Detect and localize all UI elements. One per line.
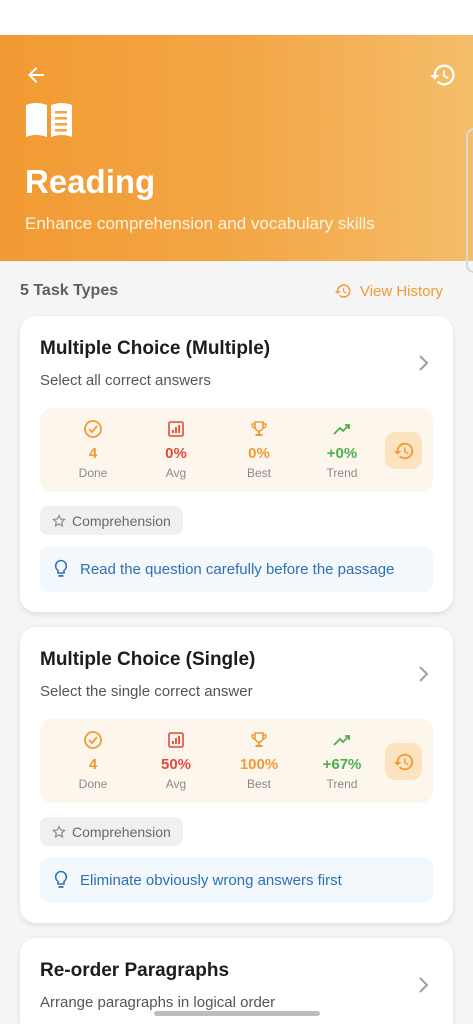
- task-description: Select all correct answers: [40, 372, 211, 389]
- task-card[interactable]: Multiple Choice (Single) Select the sing…: [20, 627, 453, 923]
- summary-row: 5 Task Types View History: [20, 282, 443, 304]
- header: Reading Enhance comprehension and vocabu…: [0, 35, 473, 261]
- skill-tag: Comprehension: [40, 506, 183, 535]
- tip-text: Read the question carefully before the p…: [80, 560, 395, 578]
- task-title: Multiple Choice (Multiple): [40, 338, 271, 359]
- task-description: Select the single correct answer: [40, 683, 253, 700]
- bar-chart-icon: [168, 421, 184, 437]
- stat-done: 4 Done: [63, 729, 123, 791]
- bar-chart-icon: [168, 732, 184, 748]
- stat-avg: 50% Avg: [146, 729, 206, 791]
- trophy-icon: [251, 421, 267, 436]
- back-button[interactable]: [22, 61, 50, 89]
- stat-trend: +0% Trend: [312, 418, 372, 480]
- open-task-button[interactable]: [415, 663, 431, 685]
- star-icon: [52, 513, 66, 527]
- header-history-button[interactable]: [428, 60, 458, 90]
- trend-value: +0%: [326, 445, 358, 462]
- chevron-right-icon: [419, 355, 429, 371]
- done-label: Done: [78, 466, 108, 480]
- task-description: Arrange paragraphs in logical order: [40, 994, 276, 1011]
- star-icon: [52, 824, 66, 838]
- trend-value: +67%: [322, 756, 362, 773]
- view-history-label: View History: [359, 282, 443, 300]
- tip-box: Read the question carefully before the p…: [40, 546, 433, 592]
- chevron-right-icon: [419, 977, 429, 993]
- skill-tag-label: Comprehension: [72, 512, 171, 529]
- stat-best: 0% Best: [229, 418, 289, 480]
- view-history-link[interactable]: View History: [334, 282, 443, 300]
- history-icon: [334, 284, 351, 298]
- done-value: 4: [88, 756, 98, 773]
- stats-panel: 4 Done 0% Avg 0% Best +0% Trend: [40, 408, 433, 492]
- chevron-right-icon: [419, 666, 429, 682]
- history-icon: [393, 753, 413, 770]
- done-label: Done: [78, 777, 108, 791]
- history-icon: [430, 64, 455, 86]
- lightbulb-icon: [54, 559, 68, 577]
- check-circle-icon: [84, 420, 102, 438]
- avg-label: Avg: [165, 777, 187, 791]
- page-subtitle: Enhance comprehension and vocabulary ski…: [25, 214, 375, 233]
- skill-tag: Comprehension: [40, 817, 183, 846]
- check-circle-icon: [84, 731, 102, 749]
- page-title: Reading: [25, 163, 156, 200]
- task-history-button[interactable]: [385, 743, 422, 780]
- task-title: Multiple Choice (Single): [40, 649, 256, 670]
- trophy-icon: [251, 732, 267, 747]
- avg-value: 0%: [165, 445, 187, 462]
- edge-drag-handle[interactable]: [466, 128, 473, 273]
- stat-avg: 0% Avg: [146, 418, 206, 480]
- tip-box: Eliminate obviously wrong answers first: [40, 857, 433, 903]
- home-indicator[interactable]: [154, 1011, 320, 1016]
- trend-label: Trend: [326, 777, 358, 791]
- avg-value: 50%: [160, 756, 192, 773]
- best-label: Best: [246, 777, 271, 791]
- task-count-label: 5 Task Types: [20, 282, 119, 299]
- done-value: 4: [88, 445, 98, 462]
- arrow-left-icon: [28, 67, 44, 83]
- trend-label: Trend: [326, 466, 358, 480]
- history-icon: [393, 442, 413, 459]
- stats-panel: 4 Done 50% Avg 100% Best +67% Trend: [40, 719, 433, 803]
- stat-done: 4 Done: [63, 418, 123, 480]
- trending-up-icon: [333, 424, 350, 435]
- tip-text: Eliminate obviously wrong answers first: [80, 871, 342, 889]
- best-value: 100%: [239, 756, 279, 773]
- trending-up-icon: [333, 735, 350, 746]
- task-history-button[interactable]: [385, 432, 422, 469]
- open-task-button[interactable]: [415, 974, 431, 996]
- task-title: Re-order Paragraphs: [40, 960, 230, 981]
- skill-tag-label: Comprehension: [72, 823, 171, 840]
- status-bar: [0, 0, 473, 35]
- stat-best: 100% Best: [229, 729, 289, 791]
- best-label: Best: [246, 466, 271, 480]
- best-value: 0%: [248, 445, 270, 462]
- lightbulb-icon: [54, 870, 68, 888]
- stat-trend: +67% Trend: [312, 729, 372, 791]
- open-task-button[interactable]: [415, 352, 431, 374]
- avg-label: Avg: [165, 466, 187, 480]
- book-icon: [26, 103, 72, 137]
- task-card[interactable]: Multiple Choice (Multiple) Select all co…: [20, 316, 453, 612]
